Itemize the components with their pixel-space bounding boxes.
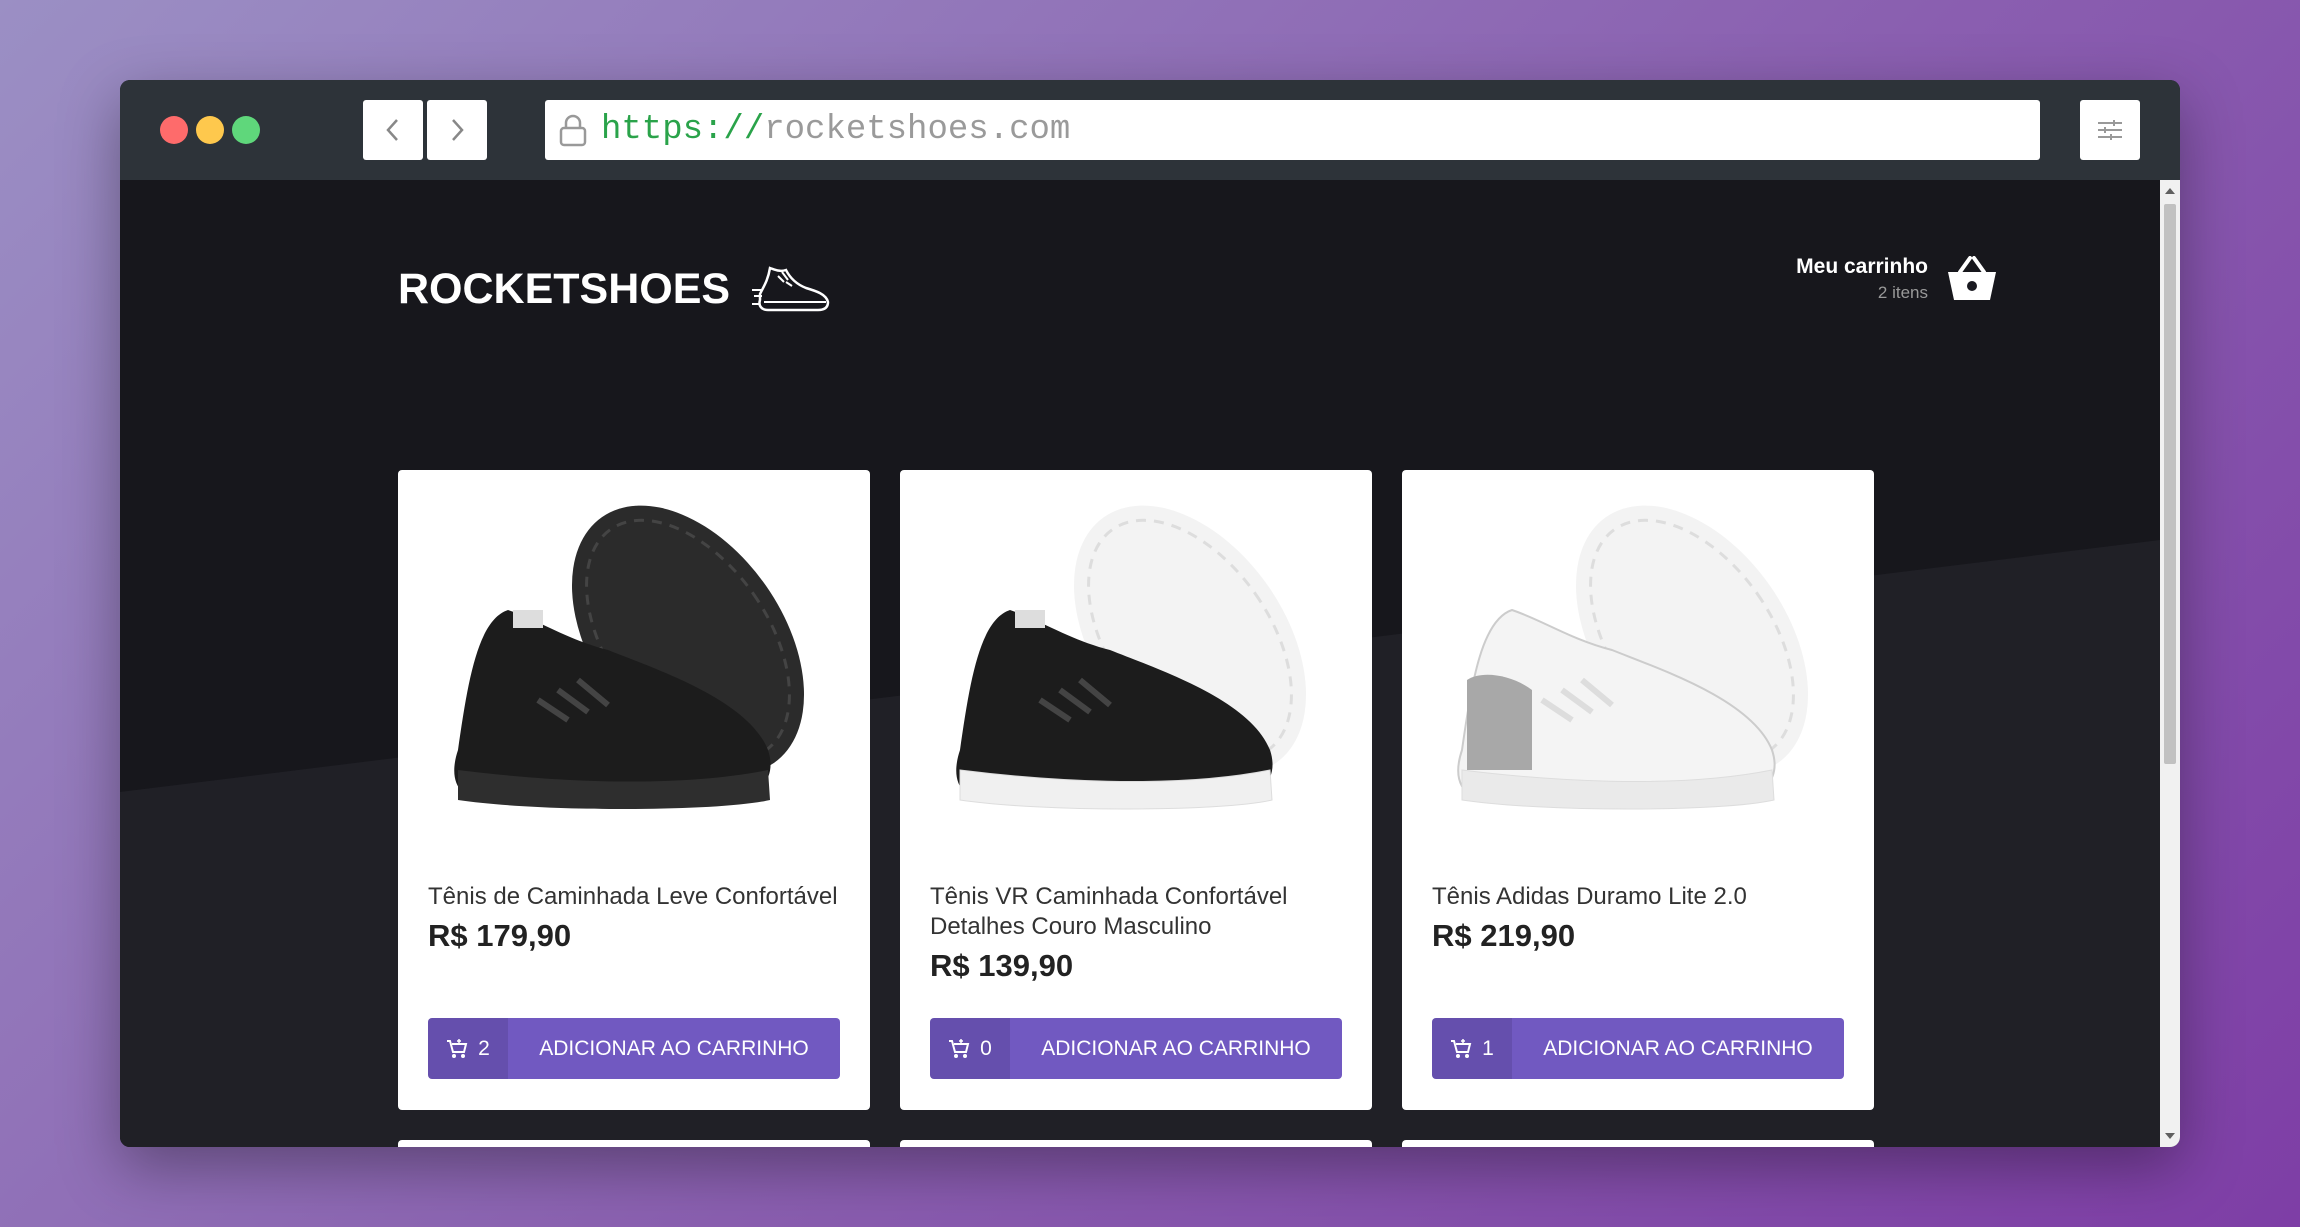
product-price: R$ 179,90	[428, 918, 572, 953]
product-image	[454, 505, 805, 809]
product-card: Tênis de Caminhada Leve Confortável R$ 1…	[398, 470, 870, 1110]
url-protocol: https://	[601, 111, 765, 149]
back-button[interactable]	[363, 100, 423, 160]
close-window-dot[interactable]	[160, 116, 188, 144]
product-card	[1402, 1140, 1874, 1147]
minimize-window-dot[interactable]	[196, 116, 224, 144]
cart-count: 2 itens	[1877, 283, 1928, 302]
product-image	[956, 505, 1307, 810]
settings-button[interactable]	[2080, 100, 2140, 160]
sliders-icon	[2098, 120, 2122, 140]
cart-title: Meu carrinho	[1796, 255, 1928, 278]
url-host: rocketshoes.com	[764, 111, 1071, 149]
scroll-up-arrow[interactable]	[2165, 188, 2175, 194]
maximize-window-dot[interactable]	[232, 116, 260, 144]
add-to-cart-button[interactable]: 0 ADICIONAR AO CARRINHO	[930, 1018, 1342, 1079]
cart-summary: Meu carrinho 2 itens	[1796, 255, 1928, 303]
lock-icon	[559, 114, 587, 147]
quantity-value: 1	[1482, 1036, 1494, 1060]
product-image	[1457, 505, 1809, 810]
cart-quantity: 2	[428, 1018, 508, 1079]
product-name: Tênis de Caminhada Leve Confortável	[428, 883, 838, 910]
add-to-cart-label: ADICIONAR AO CARRINHO	[539, 1036, 809, 1060]
basket-icon	[1948, 256, 1996, 300]
product-card	[900, 1140, 1372, 1147]
cart-quantity: 0	[930, 1018, 1010, 1079]
product-name: Tênis Adidas Duramo Lite 2.0	[1432, 883, 1747, 910]
address-bar[interactable]: https:// rocketshoes.com	[545, 100, 2040, 160]
product-card: Tênis Adidas Duramo Lite 2.0 R$ 219,90 1…	[1402, 470, 1874, 1110]
chevron-right-icon	[452, 119, 464, 141]
logo-text: ROCKETSHOES	[398, 264, 731, 313]
add-to-cart-button[interactable]: 2 ADICIONAR AO CARRINHO	[428, 1018, 840, 1079]
product-price: R$ 139,90	[930, 948, 1074, 983]
page-viewport: ROCKETSHOES Meu carrinho 2 itens Tênis d…	[120, 180, 2160, 1147]
forward-button[interactable]	[427, 100, 487, 160]
add-to-cart-label: ADICIONAR AO CARRINHO	[1041, 1036, 1311, 1060]
cart-link[interactable]: Meu carrinho 2 itens	[1796, 255, 1998, 303]
quantity-value: 0	[980, 1036, 992, 1060]
add-cart-icon	[447, 1038, 468, 1058]
add-cart-icon	[949, 1038, 970, 1058]
site-logo[interactable]: ROCKETSHOES	[398, 260, 832, 318]
browser-window: https:// rocketshoes.com ROCKETSHOES Meu…	[120, 80, 2180, 1147]
quantity-value: 2	[478, 1036, 490, 1060]
sneaker-icon	[752, 266, 830, 312]
chevron-left-icon	[386, 119, 398, 141]
product-card	[398, 1140, 870, 1147]
add-cart-icon	[1451, 1038, 1472, 1058]
product-name: Tênis VR Caminhada Confortável Detalhes …	[930, 883, 1288, 940]
site-header: ROCKETSHOES Meu carrinho 2 itens	[398, 250, 1998, 330]
cart-quantity: 1	[1432, 1018, 1512, 1079]
product-card: Tênis VR Caminhada Confortável Detalhes …	[900, 470, 1372, 1110]
add-to-cart-button[interactable]: 1 ADICIONAR AO CARRINHO	[1432, 1018, 1844, 1079]
scroll-down-arrow[interactable]	[2165, 1133, 2175, 1139]
product-price: R$ 219,90	[1432, 918, 1576, 953]
page-scrollbar[interactable]	[2160, 180, 2180, 1147]
scrollbar-thumb[interactable]	[2164, 204, 2176, 764]
browser-toolbar: https:// rocketshoes.com	[120, 80, 2180, 180]
add-to-cart-label: ADICIONAR AO CARRINHO	[1543, 1036, 1813, 1060]
